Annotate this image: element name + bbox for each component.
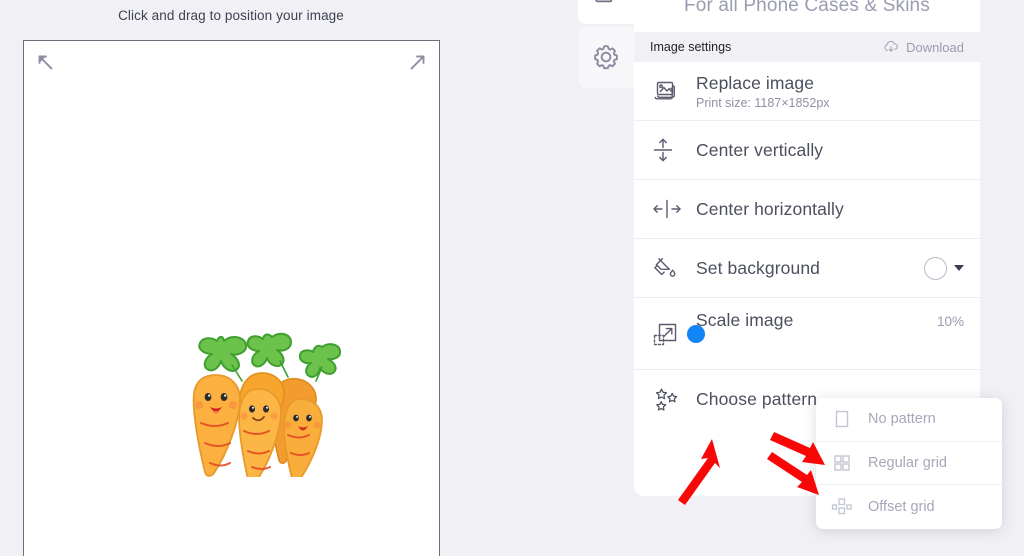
slider-thumb[interactable] — [687, 325, 705, 343]
scale-image-control: Scale image 10% — [687, 310, 964, 343]
single-rect-icon — [830, 408, 854, 430]
scale-percent-value: 10% — [936, 314, 964, 329]
resize-handle-top-left-icon[interactable] — [34, 51, 56, 73]
row-label: Center vertically — [696, 139, 824, 160]
rail-tab-image[interactable] — [578, 0, 634, 24]
pattern-option-offset-grid[interactable]: Offset grid — [816, 485, 1002, 529]
paint-bucket-icon — [650, 253, 696, 283]
pattern-option-label: Regular grid — [868, 454, 947, 471]
resize-handle-top-right-icon[interactable] — [407, 51, 429, 73]
scale-header: Scale image 10% — [696, 310, 964, 331]
pattern-option-label: No pattern — [868, 411, 936, 428]
offset-grid-icon — [830, 497, 854, 517]
color-swatch[interactable] — [924, 256, 947, 280]
row-center-vertically[interactable]: Center vertically — [634, 121, 980, 180]
center-vertical-icon — [650, 135, 696, 165]
center-horizontally-text: Center horizontally — [696, 199, 964, 220]
download-button[interactable]: Download — [882, 38, 964, 56]
row-label: Center horizontally — [696, 198, 844, 219]
gear-icon — [591, 42, 621, 72]
canvas-hint: Click and drag to position your image — [118, 8, 344, 23]
app-root: Click and drag to position your image Fo… — [0, 0, 1024, 556]
background-color-picker[interactable] — [924, 256, 964, 280]
panel-title: For all Phone Cases & Skins — [684, 0, 930, 16]
replace-image-icon — [650, 77, 696, 105]
carrots-artwork[interactable] — [172, 319, 350, 477]
row-center-horizontally[interactable]: Center horizontally — [634, 180, 980, 239]
settings-label: Image settings — [650, 40, 732, 54]
regular-grid-icon — [830, 453, 854, 473]
design-canvas[interactable] — [23, 40, 440, 556]
row-label: Scale image — [696, 310, 794, 330]
settings-bar: Image settings Download — [634, 32, 980, 62]
download-label: Download — [906, 39, 964, 55]
chevron-down-icon[interactable] — [954, 265, 964, 271]
image-icon — [593, 0, 619, 9]
replace-image-text: Replace image Print size: 1187×1852px — [696, 73, 964, 110]
set-background-text: Set background — [696, 258, 924, 279]
tool-rail — [578, 0, 634, 556]
row-scale-image[interactable]: Scale image 10% — [634, 298, 980, 370]
pattern-dropdown-menu: No pattern Regular grid Offset grid — [816, 398, 1002, 529]
row-replace-image[interactable]: Replace image Print size: 1187×1852px — [634, 62, 980, 121]
center-vertically-text: Center vertically — [696, 140, 964, 161]
stars-icon — [650, 384, 696, 416]
cloud-download-icon — [882, 38, 900, 56]
row-set-background[interactable]: Set background — [634, 239, 980, 298]
center-horizontal-icon — [650, 196, 696, 222]
row-label: Replace image — [696, 72, 815, 93]
row-label: Choose pattern — [696, 389, 818, 409]
row-label: Set background — [696, 257, 820, 278]
print-size-label: Print size: 1187×1852px — [696, 95, 830, 110]
pattern-option-label: Offset grid — [868, 498, 935, 515]
rail-tab-settings[interactable] — [578, 26, 634, 88]
pattern-option-no-pattern[interactable]: No pattern — [816, 398, 1002, 442]
pattern-option-regular-grid[interactable]: Regular grid — [816, 442, 1002, 486]
